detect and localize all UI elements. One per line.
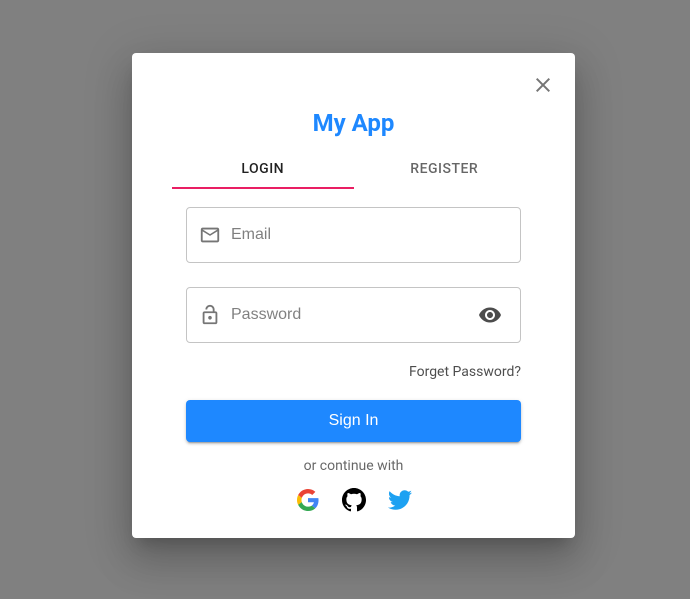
- mail-icon: [199, 224, 221, 246]
- tab-login[interactable]: Login: [172, 151, 354, 189]
- login-modal: My App Login Register: [132, 53, 575, 538]
- google-icon: [297, 489, 319, 511]
- login-form: Forget Password? Sign In or continue wit…: [148, 189, 559, 514]
- close-button[interactable]: [523, 65, 563, 105]
- lock-icon: [199, 304, 221, 326]
- github-icon: [342, 488, 366, 512]
- password-input-wrap[interactable]: [186, 287, 521, 343]
- twitter-button[interactable]: [386, 486, 414, 514]
- app-title: My App: [148, 109, 559, 137]
- google-button[interactable]: [294, 486, 322, 514]
- forget-password-link[interactable]: Forget Password?: [409, 364, 521, 380]
- github-button[interactable]: [340, 486, 368, 514]
- email-input-wrap[interactable]: [186, 207, 521, 263]
- auth-tabs: Login Register: [148, 151, 559, 189]
- eye-icon: [478, 303, 502, 327]
- continue-with-label: or continue with: [186, 458, 521, 474]
- tab-register[interactable]: Register: [354, 151, 536, 189]
- toggle-password-visibility-button[interactable]: [472, 297, 508, 333]
- password-field[interactable]: [231, 288, 472, 342]
- social-login-row: [186, 486, 521, 514]
- twitter-icon: [388, 488, 412, 512]
- close-icon: [531, 73, 555, 97]
- email-field[interactable]: [231, 208, 508, 262]
- signin-button[interactable]: Sign In: [186, 400, 521, 442]
- forget-password-row: Forget Password?: [186, 361, 521, 380]
